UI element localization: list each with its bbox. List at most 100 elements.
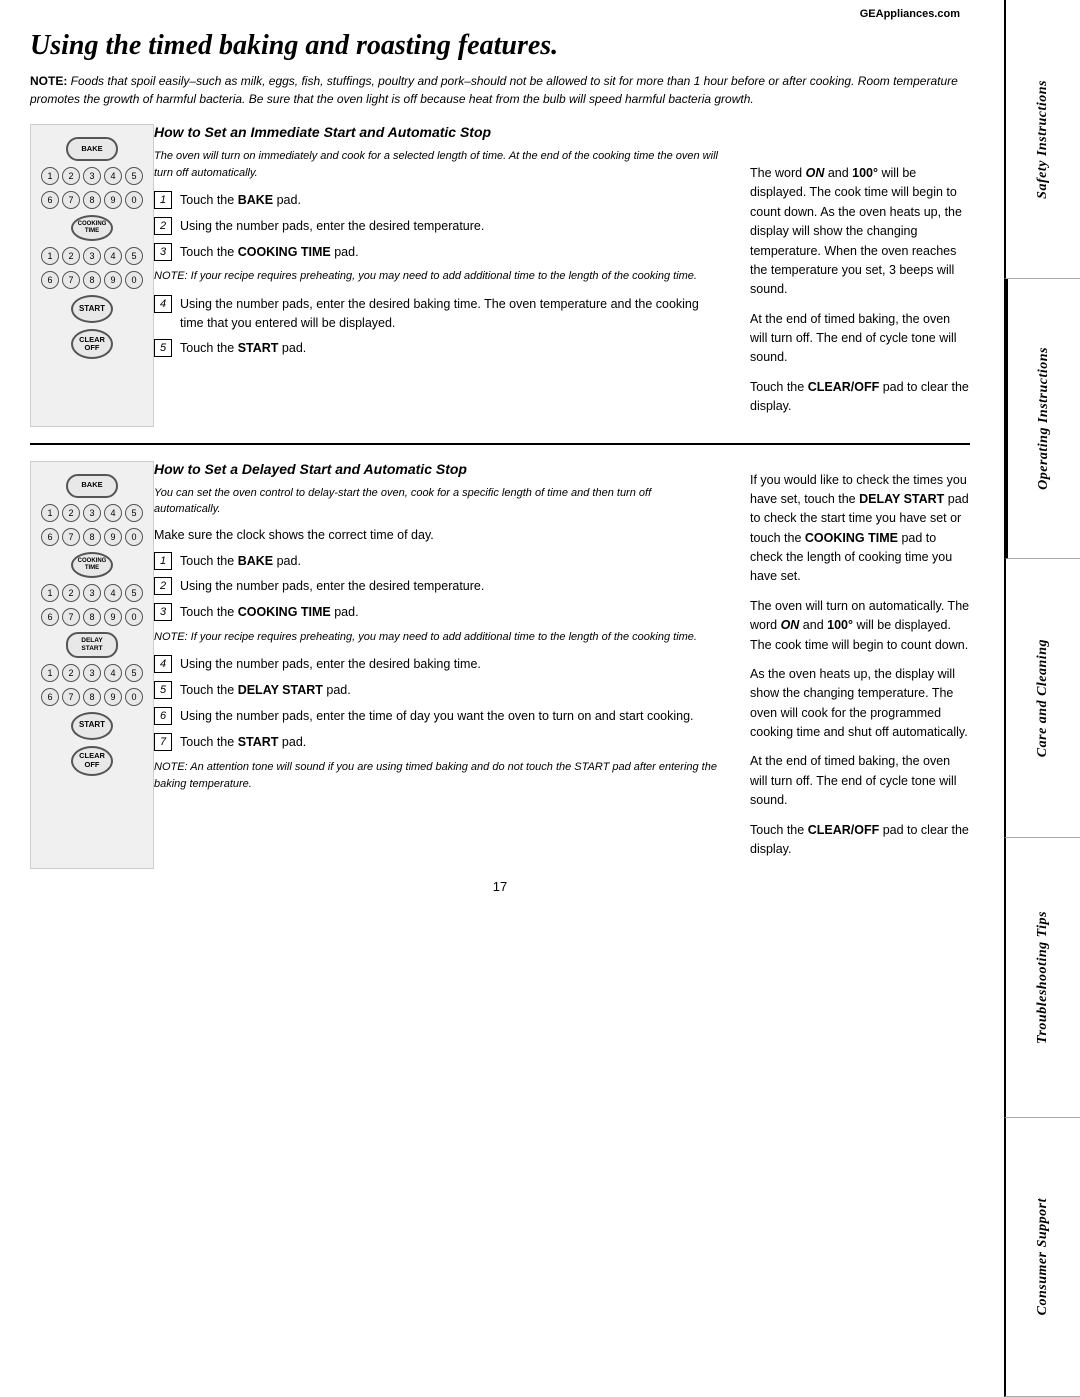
tab-safety[interactable]: Safety Instructions: [1004, 0, 1080, 279]
s2-step-text-3: Touch the COOKING TIME pad.: [180, 603, 359, 622]
start-btn-1[interactable]: START: [71, 295, 113, 323]
section2-step3: 3 Touch the COOKING TIME pad.: [154, 603, 720, 622]
num-row-5-top: 1 2 3 4 5: [41, 664, 143, 682]
tab-operating[interactable]: Operating Instructions: [1004, 279, 1080, 558]
num-0: 0: [125, 191, 143, 209]
num-4: 4: [104, 167, 122, 185]
section1-steps-right: How to Set an Immediate Start and Automa…: [154, 124, 970, 427]
num-2e: 2: [62, 664, 80, 682]
section2-step2: 2 Using the number pads, enter the desir…: [154, 577, 720, 596]
clear-off-btn-2[interactable]: CLEAROFF: [71, 746, 113, 776]
bake-btn-2[interactable]: BAKE: [66, 474, 118, 498]
num-5: 5: [125, 167, 143, 185]
num-7c: 7: [62, 528, 80, 546]
clear-off-btn-1[interactable]: CLEAROFF: [71, 329, 113, 359]
num-5b: 5: [125, 247, 143, 265]
tab-care[interactable]: Care and Cleaning: [1004, 559, 1080, 838]
section2-step7: 7 Touch the START pad.: [154, 733, 720, 752]
oven-panel-2: BAKE 1 2 3 4 5 6 7 8 9 0 COOKINGTIME: [30, 461, 154, 870]
section2-step4: 4 Using the number pads, enter the desir…: [154, 655, 720, 674]
num-9c: 9: [104, 528, 122, 546]
num-8d: 8: [83, 608, 101, 626]
num-0c: 0: [125, 528, 143, 546]
num-0e: 0: [125, 688, 143, 706]
section2-right: If you would like to check the times you…: [750, 461, 970, 870]
num-2: 2: [62, 167, 80, 185]
section1-step4: 4 Using the number pads, enter the desir…: [154, 295, 720, 333]
s2-step-num-4: 4: [154, 655, 172, 673]
section1-right-p1: The word ON and 100° will be displayed. …: [750, 164, 970, 300]
num-5c: 5: [125, 504, 143, 522]
section2-intro: Make sure the clock shows the correct ti…: [154, 528, 720, 542]
section1-step3: 3 Touch the COOKING TIME pad.: [154, 243, 720, 262]
step-num-5: 5: [154, 339, 172, 357]
section1-instructions: How to Set an Immediate Start and Automa…: [154, 124, 730, 427]
main-content: Using the timed baking and roasting feat…: [0, 0, 1000, 934]
num-7b: 7: [62, 271, 80, 289]
num-row-2-bot: 6 7 8 9 0: [41, 271, 143, 289]
step-text-5: Touch the START pad.: [180, 339, 306, 358]
section2-heading: How to Set a Delayed Start and Automatic…: [154, 461, 720, 477]
num-9e: 9: [104, 688, 122, 706]
num-0d: 0: [125, 608, 143, 626]
num-row-3-bot: 6 7 8 9 0: [41, 528, 143, 546]
tab-troubleshooting-label: Troubleshooting Tips: [1035, 911, 1051, 1044]
s2-step-num-5: 5: [154, 681, 172, 699]
side-tabs: Safety Instructions Operating Instructio…: [1004, 0, 1080, 1397]
num-4b: 4: [104, 247, 122, 265]
cooking-time-btn-2[interactable]: COOKINGTIME: [71, 552, 113, 578]
num-3c: 3: [83, 504, 101, 522]
section-divider: [30, 443, 970, 445]
tab-troubleshooting[interactable]: Troubleshooting Tips: [1004, 838, 1080, 1117]
num-8e: 8: [83, 688, 101, 706]
section1-step1: 1 Touch the BAKE pad.: [154, 191, 720, 210]
section2-subtitle: You can set the oven control to delay-st…: [154, 485, 720, 518]
num-6: 6: [41, 191, 59, 209]
section2-right-p2: The oven will turn on automatically. The…: [750, 597, 970, 655]
tab-consumer-label: Consumer Support: [1035, 1198, 1051, 1315]
delay-start-btn[interactable]: DELAYSTART: [66, 632, 118, 658]
cooking-time-btn-1[interactable]: COoKinGTIME: [71, 215, 113, 241]
num-1e: 1: [41, 664, 59, 682]
num-2b: 2: [62, 247, 80, 265]
step-text-2: Using the number pads, enter the desired…: [180, 217, 484, 236]
step-num-4: 4: [154, 295, 172, 313]
tab-consumer[interactable]: Consumer Support: [1004, 1118, 1080, 1397]
section1: BAKE 1 2 3 4 5 6 7 8 9 0 COoKinGTIME: [30, 124, 970, 427]
step-text-3: Touch the COOKING TIME pad.: [180, 243, 359, 262]
section2-right-p3: As the oven heats up, the display will s…: [750, 665, 970, 743]
section1-note-mid: NOTE: If your recipe requires preheating…: [154, 268, 720, 285]
num-4d: 4: [104, 584, 122, 602]
step-num-1: 1: [154, 191, 172, 209]
section1-right-p2: At the end of timed baking, the oven wil…: [750, 310, 970, 368]
tab-care-label: Care and Cleaning: [1035, 639, 1051, 757]
num-1b: 1: [41, 247, 59, 265]
num-6e: 6: [41, 688, 59, 706]
num-row-4-top: 1 2 3 4 5: [41, 584, 143, 602]
num-row-1-top: 1 2 3 4 5: [41, 167, 143, 185]
s2-step-num-2: 2: [154, 577, 172, 595]
section2: BAKE 1 2 3 4 5 6 7 8 9 0 COOKINGTIME: [30, 461, 970, 870]
section2-note-end: NOTE: An attention tone will sound if yo…: [154, 759, 720, 792]
bake-btn-1[interactable]: BAKE: [66, 137, 118, 161]
num-3e: 3: [83, 664, 101, 682]
num-3d: 3: [83, 584, 101, 602]
section2-step5: 5 Touch the DELAY START pad.: [154, 681, 720, 700]
section1-step2: 2 Using the number pads, enter the desir…: [154, 217, 720, 236]
num-1: 1: [41, 167, 59, 185]
section1-right-p3: Touch the CLEAR/OFF pad to clear the dis…: [750, 378, 970, 417]
num-row-2-top: 1 2 3 4 5: [41, 247, 143, 265]
num-0b: 0: [125, 271, 143, 289]
section2-note-mid: NOTE: If your recipe requires preheating…: [154, 629, 720, 646]
num-8: 8: [83, 191, 101, 209]
num-9b: 9: [104, 271, 122, 289]
s2-step-text-1: Touch the BAKE pad.: [180, 552, 301, 571]
section1-subtitle: The oven will turn on immediately and co…: [154, 148, 720, 181]
section2-step6: 6 Using the number pads, enter the time …: [154, 707, 720, 726]
num-4c: 4: [104, 504, 122, 522]
num-8c: 8: [83, 528, 101, 546]
s2-step-num-7: 7: [154, 733, 172, 751]
start-btn-2[interactable]: START: [71, 712, 113, 740]
section2-right-p4: At the end of timed baking, the oven wil…: [750, 752, 970, 810]
step-text-4: Using the number pads, enter the desired…: [180, 295, 720, 333]
